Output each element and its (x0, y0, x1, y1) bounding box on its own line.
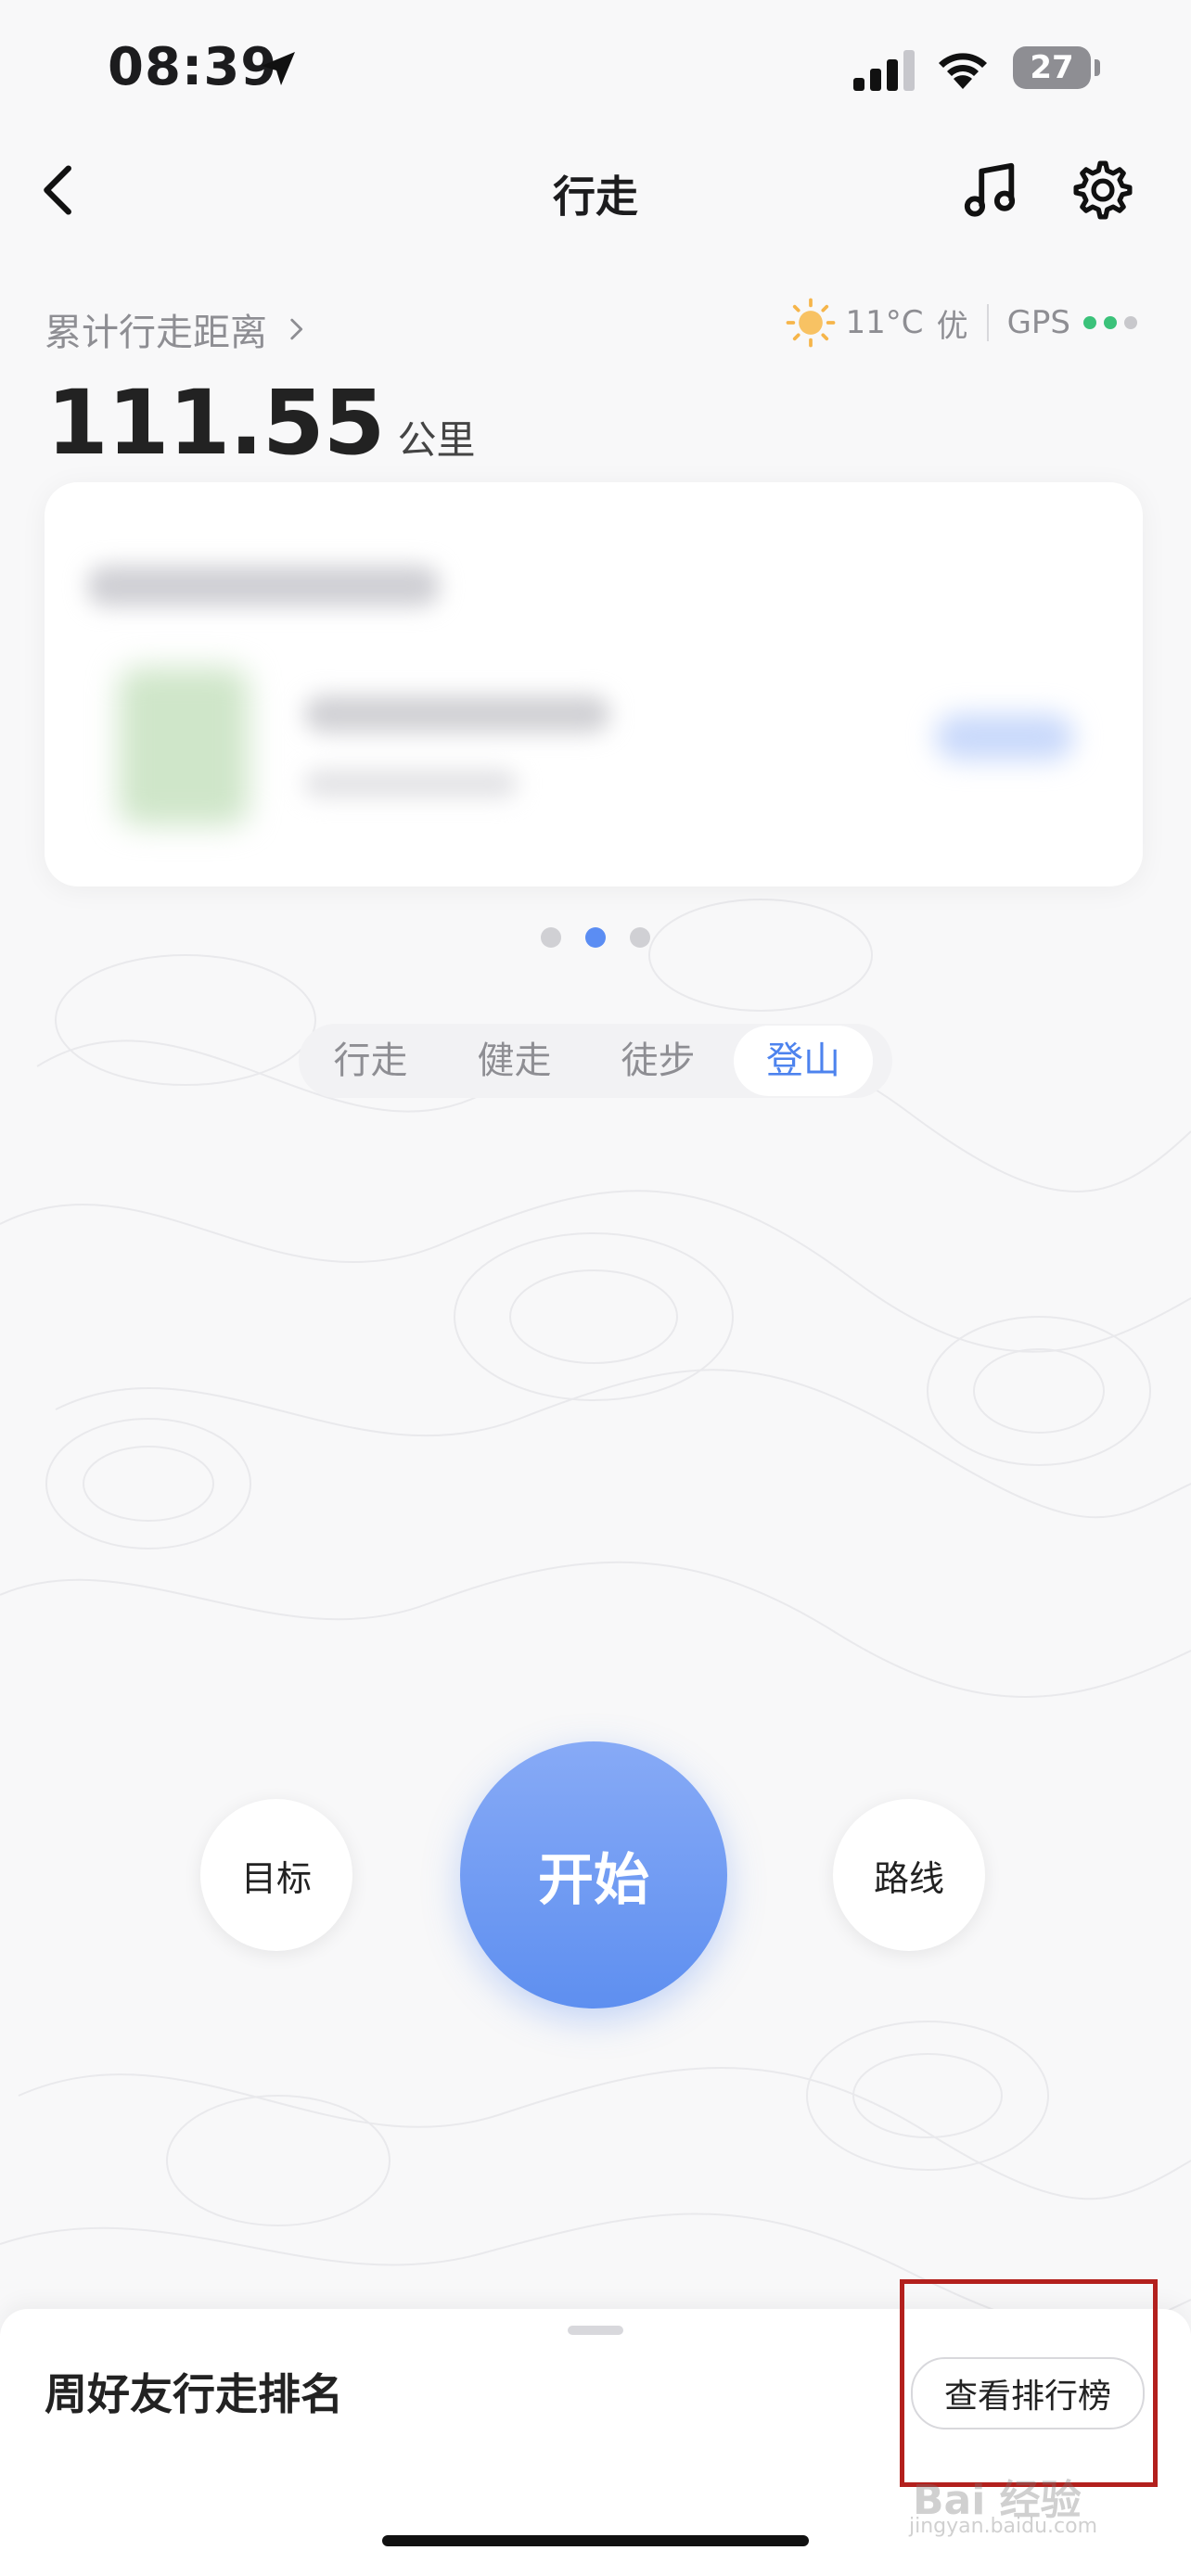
gps-label: GPS (1006, 304, 1070, 341)
cumulative-distance-label: 累计行走距离 (45, 312, 267, 354)
battery-indicator: 27 (1013, 46, 1100, 89)
distance-value: 111.55 (46, 371, 385, 475)
status-time: 08:39 (108, 37, 278, 97)
gps-dot (1083, 316, 1096, 329)
sheet-grabber[interactable] (568, 2326, 623, 2335)
cellular-signal-icon (853, 50, 915, 91)
chevron-right-icon (290, 318, 303, 340)
distance-readout: 111.55 公里 (46, 371, 475, 475)
mode-tab-walk[interactable]: 行走 (299, 1026, 442, 1096)
gps-signal-indicator (1083, 316, 1145, 329)
mode-tab-brisk-walk[interactable]: 健走 (442, 1026, 586, 1096)
promo-card[interactable] (45, 482, 1143, 886)
divider (986, 304, 989, 341)
carousel-pager (0, 927, 1191, 948)
music-note-icon[interactable] (957, 158, 1022, 223)
card-button-blurred[interactable] (935, 714, 1074, 760)
route-button[interactable]: 路线 (833, 1799, 985, 1951)
pager-dot[interactable] (630, 927, 650, 948)
sun-icon (786, 298, 835, 348)
sheet-title: 周好友行走排名 (45, 2369, 343, 2419)
mode-tab-climbing[interactable]: 登山 (734, 1026, 873, 1096)
pager-dot[interactable] (541, 927, 561, 948)
start-button[interactable]: 开始 (460, 1741, 727, 2009)
annotation-highlight-box (900, 2279, 1158, 2487)
gear-icon[interactable] (1070, 158, 1135, 223)
gps-dot (1124, 316, 1137, 329)
activity-mode-selector: 行走 健走 徒步 登山 (299, 1024, 892, 1098)
watermark-url: jingyan.baidu.com (909, 2515, 1098, 2538)
wifi-icon (939, 53, 987, 89)
temperature: 11°C (845, 304, 924, 341)
goal-button[interactable]: 目标 (200, 1799, 352, 1951)
cumulative-distance-link[interactable]: 累计行走距离 (45, 302, 312, 356)
mode-tab-hiking[interactable]: 徒步 (586, 1026, 730, 1096)
pager-dot[interactable] (585, 927, 606, 948)
card-image-blurred (119, 668, 249, 825)
weather-gps-status: 11°C 优 GPS (785, 297, 1145, 349)
home-indicator[interactable] (382, 2535, 809, 2546)
status-bar: 08:39 27 (0, 0, 1191, 139)
location-arrow-icon (262, 52, 295, 85)
distance-unit: 公里 (397, 417, 476, 463)
card-subtext-blurred (304, 770, 518, 797)
card-title-blurred (87, 566, 440, 606)
gps-dot (1104, 316, 1117, 329)
card-text-blurred (304, 695, 610, 733)
air-quality: 优 (936, 307, 968, 345)
walking-screen: 08:39 27 行走 累计行走距离 111.55 公里 11°C 优 GPS … (0, 0, 1191, 2576)
